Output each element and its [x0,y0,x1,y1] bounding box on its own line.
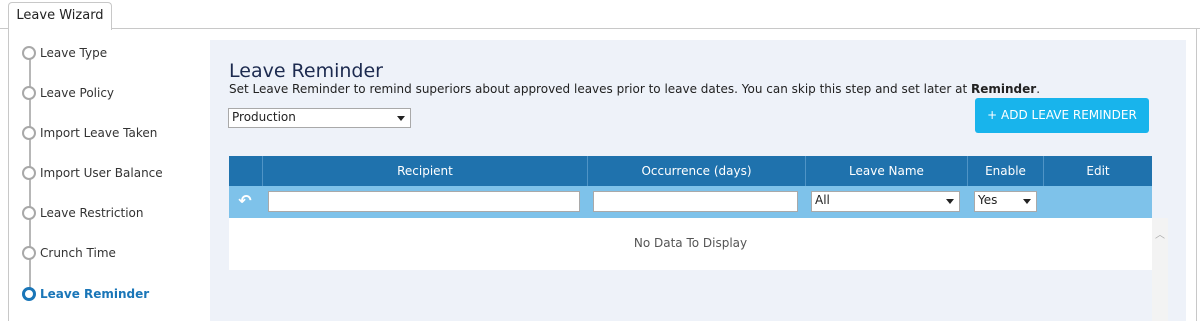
step-label: Leave Restriction [40,206,144,220]
dropdown-arrow-icon [397,116,405,121]
add-leave-reminder-button[interactable]: + ADD LEAVE REMINDER [975,98,1149,133]
undo-filter-icon[interactable]: ↶ [236,192,254,210]
step-leave-reminder[interactable]: Leave Reminder [22,283,202,303]
step-circle-icon [22,166,36,180]
step-import-leave-taken[interactable]: Import Leave Taken [22,122,202,142]
step-circle-active-icon [22,287,36,301]
dropdown-arrow-icon [1023,199,1031,204]
department-select-value: Production [232,110,296,124]
recipient-filter-input[interactable] [268,191,580,212]
enable-filter-select[interactable]: Yes [974,191,1037,212]
page-title: Leave Reminder [229,60,383,82]
department-select[interactable]: Production [228,108,411,128]
step-label: Crunch Time [40,246,116,260]
step-circle-icon [22,246,36,260]
step-label: Leave Type [40,46,108,60]
description-end: . [1036,82,1041,96]
step-circle-icon [22,206,36,220]
step-leave-restriction[interactable]: Leave Restriction [22,202,202,222]
leave-name-filter-select[interactable]: All [811,191,960,212]
step-label: Import User Balance [40,166,163,180]
step-circle-icon [22,126,36,140]
column-header-edit[interactable]: Edit [1043,156,1152,186]
step-circle-icon [22,46,36,60]
column-header-enable[interactable]: Enable [967,156,1043,186]
tab-leave-wizard[interactable]: Leave Wizard [8,2,112,30]
step-crunch-time[interactable]: Crunch Time [22,242,202,262]
column-header-occurrence[interactable]: Occurrence (days) [587,156,805,186]
grid-body: No Data To Display [229,218,1152,270]
grid-scrollbar[interactable]: ︿ [1152,218,1168,321]
occurrence-filter-input[interactable] [593,191,798,212]
step-label: Leave Reminder [40,287,150,301]
description-text: Set Leave Reminder to remind superiors a… [229,82,972,96]
leave-name-filter-value: All [815,193,830,207]
grid-header: Recipient Occurrence (days) Leave Name E… [229,156,1152,186]
step-circle-icon [22,86,36,100]
reminder-link-text: Reminder [971,82,1037,96]
step-leave-type[interactable]: Leave Type [22,42,202,62]
grid-filter-row: ↶ All Yes [229,186,1152,218]
column-header-leave-name[interactable]: Leave Name [805,156,967,186]
step-label: Import Leave Taken [40,126,158,140]
scroll-up-arrow-icon[interactable]: ︿ [1155,226,1165,241]
step-leave-policy[interactable]: Leave Policy [22,82,202,102]
tab-bar: Leave Wizard [0,0,1200,30]
enable-filter-value: Yes [978,193,998,207]
empty-grid-message: No Data To Display [633,236,748,250]
grid-header-action [229,156,262,186]
step-label: Leave Policy [40,86,115,100]
step-import-user-balance[interactable]: Import User Balance [22,162,202,182]
dropdown-arrow-icon [946,199,954,204]
column-header-recipient[interactable]: Recipient [262,156,587,186]
page-description: Set Leave Reminder to remind superiors a… [229,82,1040,96]
